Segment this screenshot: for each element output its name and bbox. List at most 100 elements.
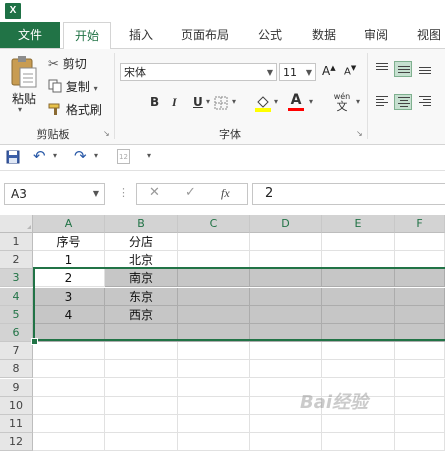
cell-a1[interactable]: 序号 — [33, 233, 105, 251]
font-color-button[interactable]: A — [288, 93, 304, 113]
redo-icon[interactable]: ↷ — [74, 147, 87, 165]
cell-b6[interactable] — [105, 324, 178, 342]
bold-button[interactable]: B — [150, 95, 159, 109]
cell-b7[interactable] — [105, 342, 178, 360]
fill-color-dropdown-icon[interactable]: ▾ — [274, 97, 278, 106]
cell-a8[interactable] — [33, 360, 105, 378]
format-painter-button[interactable]: 格式刷 — [48, 101, 102, 119]
phonetic-dropdown-icon[interactable]: ▾ — [356, 97, 360, 106]
redo-dropdown-icon[interactable]: ▾ — [94, 151, 98, 160]
cell-c8[interactable] — [178, 360, 250, 378]
sort-icon[interactable]: 12 — [117, 149, 130, 164]
align-middle-button[interactable] — [394, 61, 412, 77]
cell-c10[interactable] — [178, 397, 250, 415]
cell-a5[interactable]: 4 — [33, 306, 105, 324]
cut-button[interactable]: ✂ 剪切 — [48, 55, 87, 72]
tab-view[interactable]: 视图 — [405, 22, 445, 48]
cell-f2[interactable] — [395, 251, 445, 269]
cell-d4[interactable] — [250, 288, 322, 306]
row-header-2[interactable]: 2 — [0, 251, 33, 269]
cell-d6[interactable] — [250, 324, 322, 342]
underline-button[interactable]: U — [193, 95, 203, 109]
cell-f4[interactable] — [395, 288, 445, 306]
cell-e11[interactable] — [322, 415, 395, 433]
cell-b12[interactable] — [105, 433, 178, 451]
cell-f12[interactable] — [395, 433, 445, 451]
tab-data[interactable]: 数据 — [300, 22, 348, 48]
cell-e6[interactable] — [322, 324, 395, 342]
paste-label[interactable]: 粘贴 — [12, 90, 36, 107]
cell-d2[interactable] — [250, 251, 322, 269]
cell-b3[interactable]: 南京 — [105, 269, 178, 287]
column-header-f[interactable]: F — [395, 215, 445, 233]
cell-d8[interactable] — [250, 360, 322, 378]
align-bottom-button[interactable] — [416, 61, 434, 77]
cell-a4[interactable]: 3 — [33, 288, 105, 306]
row-header-4[interactable]: 4 — [0, 288, 33, 306]
font-launcher-icon[interactable]: ↘ — [356, 129, 363, 138]
select-all-corner[interactable] — [0, 215, 33, 233]
insert-function-icon[interactable]: fx — [221, 186, 230, 201]
cell-f9[interactable] — [395, 379, 445, 397]
cell-a12[interactable] — [33, 433, 105, 451]
paste-button[interactable] — [8, 55, 38, 89]
row-header-3[interactable]: 3 — [0, 269, 33, 287]
align-top-button[interactable] — [373, 61, 391, 77]
cell-f1[interactable] — [395, 233, 445, 251]
cell-a10[interactable] — [33, 397, 105, 415]
borders-dropdown-icon[interactable]: ▾ — [232, 97, 236, 106]
cell-c12[interactable] — [178, 433, 250, 451]
cell-b9[interactable] — [105, 379, 178, 397]
cell-b4[interactable]: 东京 — [105, 288, 178, 306]
cell-f11[interactable] — [395, 415, 445, 433]
paste-dropdown-icon[interactable]: ▾ — [18, 105, 22, 114]
name-box[interactable]: A3 ▼ — [4, 183, 105, 205]
cell-c5[interactable] — [178, 306, 250, 324]
cell-b10[interactable] — [105, 397, 178, 415]
cell-c6[interactable] — [178, 324, 250, 342]
tab-home[interactable]: 开始 — [63, 22, 111, 50]
column-header-d[interactable]: D — [250, 215, 322, 233]
cell-f6[interactable] — [395, 324, 445, 342]
enter-icon[interactable]: ✓ — [185, 185, 196, 200]
row-header-10[interactable]: 10 — [0, 397, 33, 415]
cell-d7[interactable] — [250, 342, 322, 360]
tab-review[interactable]: 审阅 — [352, 22, 400, 48]
cell-b1[interactable]: 分店 — [105, 233, 178, 251]
row-header-8[interactable]: 8 — [0, 360, 33, 378]
cell-b11[interactable] — [105, 415, 178, 433]
phonetic-button[interactable]: wén 文 — [329, 92, 355, 113]
cell-d11[interactable] — [250, 415, 322, 433]
align-right-button[interactable] — [416, 94, 434, 110]
cell-a9[interactable] — [33, 379, 105, 397]
row-header-12[interactable]: 12 — [0, 433, 33, 451]
align-center-button[interactable] — [394, 94, 412, 110]
cell-a3[interactable]: 2 — [33, 269, 105, 287]
italic-button[interactable]: I — [172, 95, 177, 110]
formula-input[interactable]: 2 — [252, 183, 445, 205]
align-left-button[interactable] — [373, 94, 391, 110]
cell-f3[interactable] — [395, 269, 445, 287]
cell-b5[interactable]: 西京 — [105, 306, 178, 324]
cell-a11[interactable] — [33, 415, 105, 433]
tab-page-layout[interactable]: 页面布局 — [172, 22, 238, 48]
row-header-9[interactable]: 9 — [0, 379, 33, 397]
row-header-1[interactable]: 1 — [0, 233, 33, 251]
cell-f7[interactable] — [395, 342, 445, 360]
save-button[interactable] — [6, 150, 20, 167]
tab-file[interactable]: 文件 — [0, 22, 60, 48]
cell-c7[interactable] — [178, 342, 250, 360]
increase-font-button[interactable]: A▲ — [322, 64, 336, 78]
cell-a6[interactable] — [33, 324, 105, 342]
copy-button[interactable]: 复制 ▾ — [48, 78, 98, 96]
cell-c2[interactable] — [178, 251, 250, 269]
cancel-icon[interactable]: ✕ — [149, 185, 160, 200]
cell-e12[interactable] — [322, 433, 395, 451]
borders-button[interactable] — [214, 96, 228, 113]
cell-a7[interactable] — [33, 342, 105, 360]
column-header-e[interactable]: E — [322, 215, 395, 233]
cell-d3[interactable] — [250, 269, 322, 287]
column-header-a[interactable]: A — [33, 215, 105, 233]
excel-icon[interactable]: X — [5, 3, 21, 19]
customize-qat-icon[interactable]: ▾ — [147, 151, 151, 160]
